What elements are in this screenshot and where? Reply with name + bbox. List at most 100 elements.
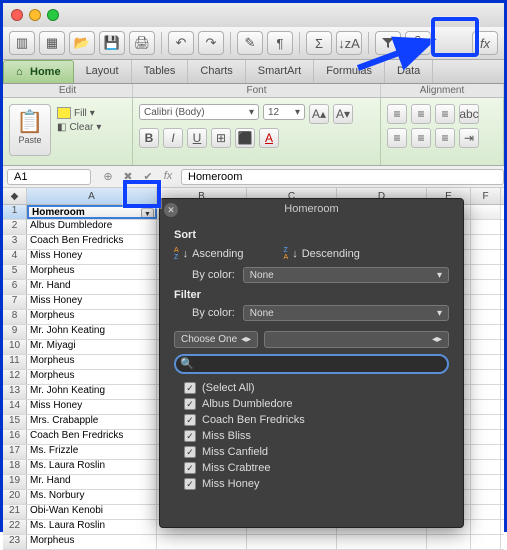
row-header[interactable]: 12 [3, 370, 27, 384]
tab-home[interactable]: ⌂Home [3, 60, 74, 83]
accept-formula-icon[interactable]: ✔ [139, 170, 157, 183]
redo-icon[interactable]: ↷ [198, 31, 224, 55]
tab-charts[interactable]: Charts [188, 60, 245, 83]
align-center-icon[interactable]: ≡ [411, 128, 431, 148]
cell[interactable] [157, 535, 247, 549]
row-header[interactable]: 6 [3, 280, 27, 294]
cell[interactable] [471, 370, 501, 384]
undo-icon[interactable]: ↶ [168, 31, 194, 55]
cell[interactable]: Morpheus [27, 535, 157, 549]
cell[interactable]: Mr. Hand [27, 280, 157, 294]
filter-value-select[interactable]: ◂▸ [264, 331, 449, 348]
row-header[interactable]: 4 [3, 250, 27, 264]
print-icon[interactable]: 🖨 [129, 31, 155, 55]
cell[interactable]: Morpheus [27, 370, 157, 384]
cell[interactable] [471, 205, 501, 219]
shrink-font-icon[interactable]: A▾ [333, 104, 353, 124]
cell[interactable] [337, 535, 427, 549]
row-header[interactable]: 13 [3, 385, 27, 399]
filter-funnel-icon[interactable] [375, 31, 401, 55]
row-header[interactable]: 19 [3, 475, 27, 489]
filter-type-select[interactable]: Choose One◂▸ [174, 331, 258, 348]
row-header[interactable]: 8 [3, 310, 27, 324]
cell[interactable]: Coach Ben Fredricks [27, 430, 157, 444]
cancel-formula-icon[interactable]: ✖ [119, 170, 137, 183]
cell[interactable] [471, 250, 501, 264]
templates-icon[interactable]: ▦ [39, 31, 65, 55]
fill-color-icon[interactable]: ⬛ [235, 128, 255, 148]
cell[interactable]: Morpheus [27, 265, 157, 279]
italic-button[interactable]: I [163, 128, 183, 148]
cell[interactable]: Miss Honey [27, 295, 157, 309]
align-right-icon[interactable]: ≡ [435, 128, 455, 148]
underline-button[interactable]: U [187, 128, 207, 148]
cell[interactable]: Morpheus [27, 310, 157, 324]
reference-icon[interactable]: ⊕ [99, 170, 117, 183]
filter-value-item[interactable]: ✓(Select All) [174, 380, 449, 396]
filter-value-item[interactable]: ✓Miss Honey [174, 476, 449, 492]
font-color-icon[interactable]: A [259, 128, 279, 148]
sort-ascending[interactable]: AZ↓ Ascending [174, 247, 244, 261]
indent-icon[interactable]: ⇥ [459, 128, 479, 148]
filter-value-item[interactable]: ✓Miss Canfield [174, 444, 449, 460]
borders-icon[interactable]: ⊞ [211, 128, 231, 148]
cell[interactable] [471, 490, 501, 504]
grow-font-icon[interactable]: A▴ [309, 104, 329, 124]
cell[interactable] [471, 430, 501, 444]
row-header[interactable]: 9 [3, 325, 27, 339]
cell[interactable] [471, 220, 501, 234]
col-header-a[interactable]: A [27, 188, 157, 204]
font-size-select[interactable]: 12▾ [263, 104, 305, 120]
row-header[interactable]: 20 [3, 490, 27, 504]
cell[interactable] [471, 265, 501, 279]
cell[interactable]: Ms. Norbury [27, 490, 157, 504]
align-top-icon[interactable]: ≡ [387, 104, 407, 124]
cell[interactable]: Mr. Miyagi [27, 340, 157, 354]
cell[interactable] [471, 460, 501, 474]
row-header[interactable]: 7 [3, 295, 27, 309]
row-header[interactable]: 11 [3, 355, 27, 369]
name-box[interactable]: A1 [7, 169, 91, 185]
sort-icon[interactable]: ↓zA [336, 31, 362, 55]
window-zoom[interactable] [47, 9, 59, 21]
filter-value-item[interactable]: ✓Miss Crabtree [174, 460, 449, 476]
save-icon[interactable]: 💾 [99, 31, 125, 55]
cell[interactable]: Miss Honey [27, 400, 157, 414]
clear-control[interactable]: ◧Clear▾ [57, 122, 101, 133]
row-header[interactable]: 2 [3, 220, 27, 234]
panel-close-icon[interactable]: ✕ [164, 203, 178, 217]
cell[interactable] [471, 340, 501, 354]
show-hide-icon[interactable]: ¶ [267, 31, 293, 55]
filter-value-item[interactable]: ✓Coach Ben Fredricks [174, 412, 449, 428]
toolbox-icon[interactable]: 🧰 [405, 31, 431, 55]
sort-bycolor-select[interactable]: None▾ [243, 267, 449, 283]
tab-layout[interactable]: Layout [74, 60, 132, 83]
fx-label-icon[interactable]: fx [159, 170, 177, 183]
tab-data[interactable]: Data [385, 60, 433, 83]
cell[interactable] [471, 415, 501, 429]
row-header[interactable]: 5 [3, 265, 27, 279]
cell[interactable] [471, 505, 501, 519]
cell[interactable]: Morpheus [27, 355, 157, 369]
cell[interactable] [471, 385, 501, 399]
fx-icon[interactable]: fx [472, 31, 498, 55]
row-header[interactable]: 10 [3, 340, 27, 354]
filter-value-item[interactable]: ✓Albus Dumbledore [174, 396, 449, 412]
cell[interactable] [471, 475, 501, 489]
filter-bycolor-select[interactable]: None▾ [243, 305, 449, 321]
filter-value-item[interactable]: ✓Miss Bliss [174, 428, 449, 444]
paste-button[interactable]: 📋 Paste [9, 104, 51, 156]
cell[interactable] [471, 445, 501, 459]
wrap-text-icon[interactable]: abc [459, 104, 479, 124]
select-all-corner[interactable]: ◆ [3, 188, 27, 204]
cell[interactable] [427, 535, 471, 549]
window-minimize[interactable] [29, 9, 41, 21]
window-close[interactable] [11, 9, 23, 21]
cell[interactable]: Obi-Wan Kenobi [27, 505, 157, 519]
cell[interactable] [471, 400, 501, 414]
align-left-icon[interactable]: ≡ [387, 128, 407, 148]
align-bot-icon[interactable]: ≡ [435, 104, 455, 124]
align-mid-icon[interactable]: ≡ [411, 104, 431, 124]
cell[interactable]: Albus Dumbledore [27, 220, 157, 234]
row-header[interactable]: 17 [3, 445, 27, 459]
